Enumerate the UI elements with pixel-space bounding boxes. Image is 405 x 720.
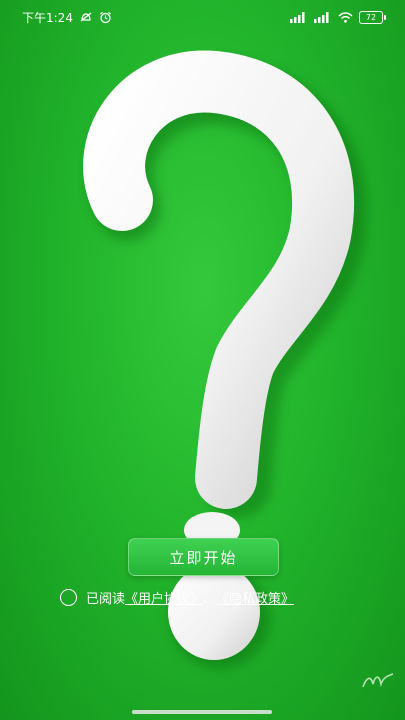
privacy-policy-link[interactable]: 《隐私政策》 <box>216 588 294 607</box>
start-button[interactable]: 立即开始 <box>128 538 279 576</box>
dnd-off-icon <box>79 11 93 23</box>
agreement-checkbox[interactable] <box>60 588 77 606</box>
question-mark-artwork <box>83 50 367 668</box>
status-bar: 下午1:24 72 <box>0 0 405 34</box>
signal-icon <box>290 11 308 23</box>
alarm-icon <box>99 11 112 24</box>
signal-icon <box>314 11 332 23</box>
question-mark-hook <box>83 50 355 509</box>
agreement-separator: 、 <box>203 591 217 607</box>
home-indicator[interactable] <box>132 710 272 714</box>
agreement-prefix: 已阅读 <box>86 591 126 607</box>
agreement-row: 已阅读 《用户协议》 、 《隐私政策》 <box>60 587 294 607</box>
status-time: 下午1:24 <box>22 10 73 25</box>
watermark-logo <box>362 673 394 688</box>
wifi-icon <box>338 11 353 23</box>
question-mark-dot <box>168 564 260 660</box>
user-agreement-link[interactable]: 《用户协议》 <box>125 588 203 607</box>
battery-icon: 72 <box>359 10 386 24</box>
